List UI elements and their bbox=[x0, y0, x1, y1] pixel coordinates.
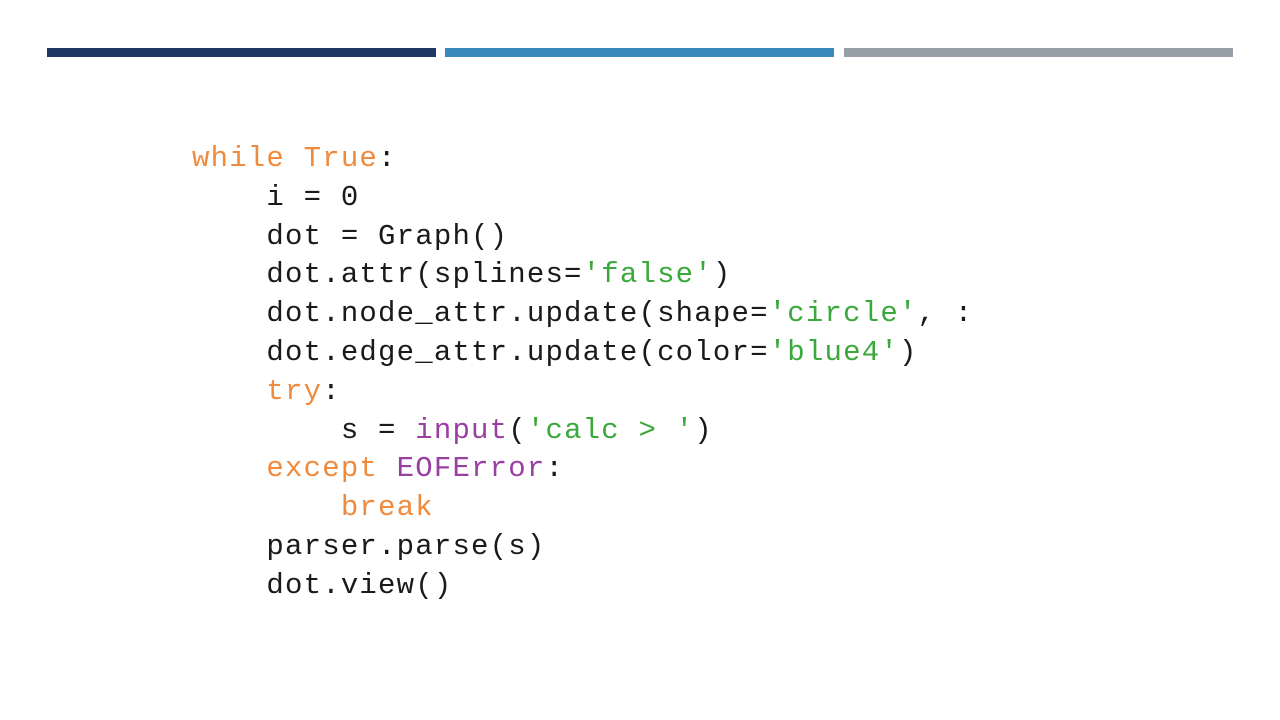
code-line: i = 0 bbox=[192, 179, 1098, 218]
code-token: s = bbox=[192, 413, 416, 447]
code-token: dot.edge_attr.update(color= bbox=[192, 335, 769, 369]
code-token: parser.parse(s) bbox=[192, 529, 546, 563]
code-token: dot = Graph() bbox=[192, 219, 509, 253]
code-line: dot = Graph() bbox=[192, 218, 1098, 257]
code-token: except bbox=[266, 452, 379, 486]
code-token: : bbox=[545, 452, 565, 486]
code-token: ) bbox=[694, 413, 713, 447]
code-token: i = 0 bbox=[192, 180, 360, 214]
code-token: dot.node_attr.update(shape= bbox=[192, 297, 769, 331]
code-line: while True: bbox=[192, 140, 1098, 179]
code-token: try bbox=[266, 374, 323, 408]
code-line: try: bbox=[192, 373, 1098, 412]
code-line: dot.attr(splines='false') bbox=[192, 256, 1098, 295]
code-block: while True: i = 0 dot = Graph() dot.attr… bbox=[192, 140, 1098, 610]
code-line: s = input('calc > ') bbox=[192, 412, 1098, 451]
header-bar-gray bbox=[844, 48, 1233, 57]
code-token: 'calc > ' bbox=[526, 413, 695, 447]
code-token: input bbox=[415, 413, 509, 447]
code-token: ) bbox=[712, 258, 732, 292]
code-token: : bbox=[322, 374, 341, 408]
code-token: True bbox=[303, 142, 379, 175]
code-line: dot.edge_attr.update(color='blue4') bbox=[192, 334, 1098, 373]
code-token: 'false' bbox=[582, 258, 713, 292]
code-line: parser.parse(s) bbox=[192, 528, 1098, 567]
code-token: ( bbox=[508, 413, 527, 447]
code-token: dot.view() bbox=[192, 568, 453, 602]
code-line: dot.view() bbox=[192, 567, 1098, 606]
code-line: break bbox=[192, 489, 1098, 528]
code-token: while bbox=[192, 142, 286, 175]
code-token: 'blue4' bbox=[768, 335, 899, 369]
header-bar-blue bbox=[445, 48, 834, 57]
code-token: ) bbox=[898, 335, 918, 369]
code-line: except EOFError: bbox=[192, 450, 1098, 489]
code-token: 'circle' bbox=[768, 297, 918, 331]
code-line: dot.node_attr.update(shape='circle', : bbox=[192, 295, 1098, 334]
code-token: : bbox=[378, 142, 397, 175]
header-bar-dark bbox=[47, 48, 436, 57]
code-token: break bbox=[340, 491, 434, 525]
code-token: EOFError bbox=[396, 452, 546, 486]
code-token: , : bbox=[917, 297, 974, 331]
code-token: dot.attr(splines= bbox=[192, 258, 583, 292]
